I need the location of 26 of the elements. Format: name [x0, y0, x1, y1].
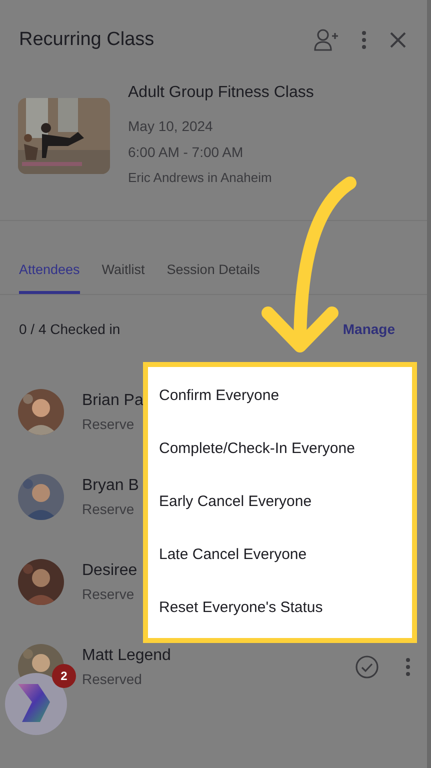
instructor-location: Eric Andrews in Anaheim	[128, 169, 273, 187]
attendee-name: Bryan B	[82, 476, 139, 494]
menu-item[interactable]: Reset Everyone's Status	[148, 581, 412, 634]
menu-item[interactable]: Late Cancel Everyone	[148, 528, 412, 581]
menu-item[interactable]: Complete/Check-In Everyone	[148, 422, 412, 475]
add-person-icon[interactable]	[313, 28, 339, 52]
attendee-name: Matt Legend	[82, 646, 171, 664]
notification-badge: 2	[52, 664, 76, 688]
class-time: 6:00 AM - 7:00 AM	[128, 143, 244, 162]
window-title: Recurring Class	[19, 29, 156, 51]
chat-bubble-icon[interactable]	[4, 672, 68, 736]
check-circle-icon[interactable]	[355, 654, 379, 678]
attendee-status: Reserve	[82, 416, 134, 432]
menu-item[interactable]: Early Cancel Everyone	[148, 475, 412, 528]
attendee-status: Reserve	[82, 586, 134, 602]
more-icon[interactable]	[405, 656, 411, 676]
attendee-status: Reserved	[82, 670, 142, 686]
attendee-name: Brian Pa	[82, 392, 144, 410]
class-date: May 10, 2024	[128, 117, 214, 136]
attendee-name: Desiree	[82, 562, 138, 580]
class-name: Adult Group Fitness Class	[128, 84, 314, 102]
more-icon[interactable]	[361, 30, 367, 50]
close-icon[interactable]	[389, 31, 407, 49]
menu-item[interactable]: Confirm Everyone	[148, 369, 412, 422]
attendee-status: Reserve	[82, 500, 134, 516]
checked-in-count: 0 / 4 Checked in	[19, 321, 120, 337]
